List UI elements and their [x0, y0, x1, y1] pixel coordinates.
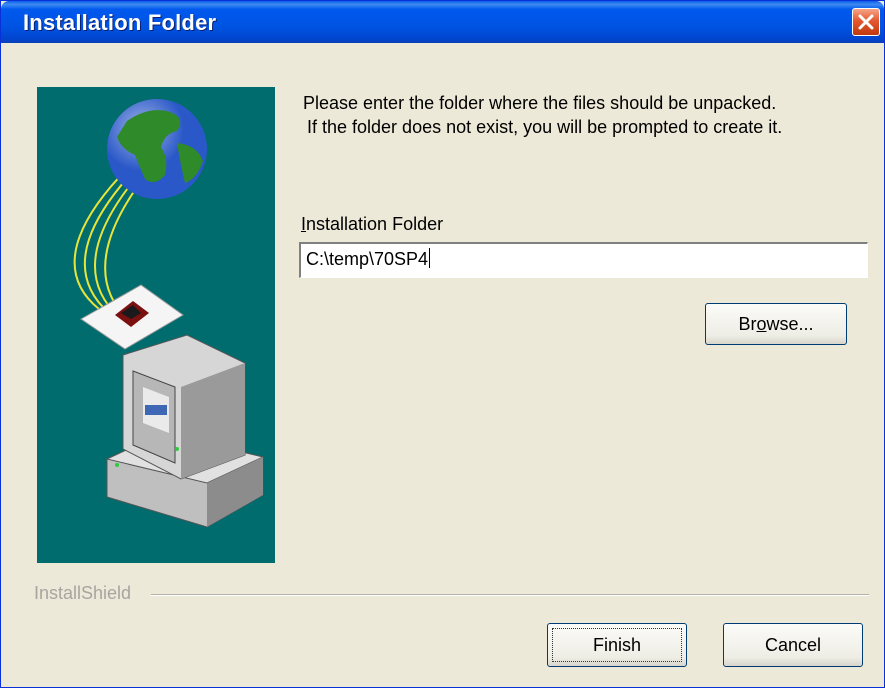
cancel-button[interactable]: Cancel [723, 623, 863, 667]
folder-input-value: C:\temp\70SP4 [306, 249, 429, 269]
browse-text-b: wse... [766, 314, 814, 334]
label-text: nstallation Folder [306, 214, 444, 234]
instructions-line-1: Please enter the folder where the files … [303, 93, 777, 113]
browse-accelerator: o [756, 314, 767, 334]
browse-button[interactable]: Browse... [705, 303, 847, 345]
close-icon [858, 14, 874, 30]
globe-icon [107, 99, 207, 199]
instructions-line-2: If the folder does not exist, you will b… [307, 117, 783, 137]
title-bar[interactable]: Installation Folder [1, 1, 884, 43]
text-caret [429, 248, 431, 268]
installshield-brand: InstallShield [34, 583, 142, 604]
instructions-text: Please enter the folder where the files … [303, 91, 873, 139]
dialog-window: Installation Folder Please enter the fol… [0, 0, 885, 688]
footer-divider [151, 594, 869, 596]
cancel-label: Cancel [764, 635, 822, 655]
computer-icon [105, 334, 265, 528]
browse-text-a: Br [738, 314, 757, 334]
installation-folder-label: Installation Folder [301, 214, 443, 235]
close-button[interactable] [852, 8, 880, 36]
finish-button[interactable]: Finish [547, 623, 687, 667]
disk-icon [80, 284, 184, 350]
installation-folder-input[interactable]: C:\temp\70SP4 [299, 242, 868, 278]
illustration-panel [37, 87, 275, 563]
focus-rectangle [552, 628, 682, 662]
dialog-body: Please enter the folder where the files … [1, 43, 884, 687]
window-title: Installation Folder [23, 10, 217, 35]
